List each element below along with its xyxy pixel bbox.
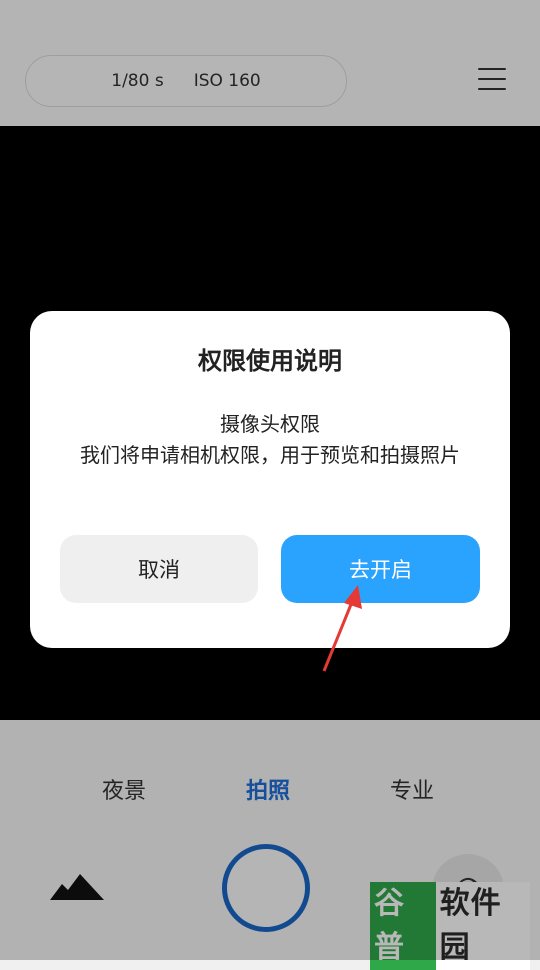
red-arrow-icon — [322, 585, 362, 672]
dialog-subtitle: 摄像头权限 — [220, 412, 320, 436]
cancel-button[interactable]: 取消 — [60, 535, 258, 603]
dialog-body: 我们将申请相机权限，用于预览和拍摄照片 — [80, 443, 460, 467]
dialog-title: 权限使用说明 — [198, 347, 342, 375]
permission-dialog: 权限使用说明 摄像头权限 我们将申请相机权限，用于预览和拍摄照片 取消 去开启 — [30, 311, 510, 648]
